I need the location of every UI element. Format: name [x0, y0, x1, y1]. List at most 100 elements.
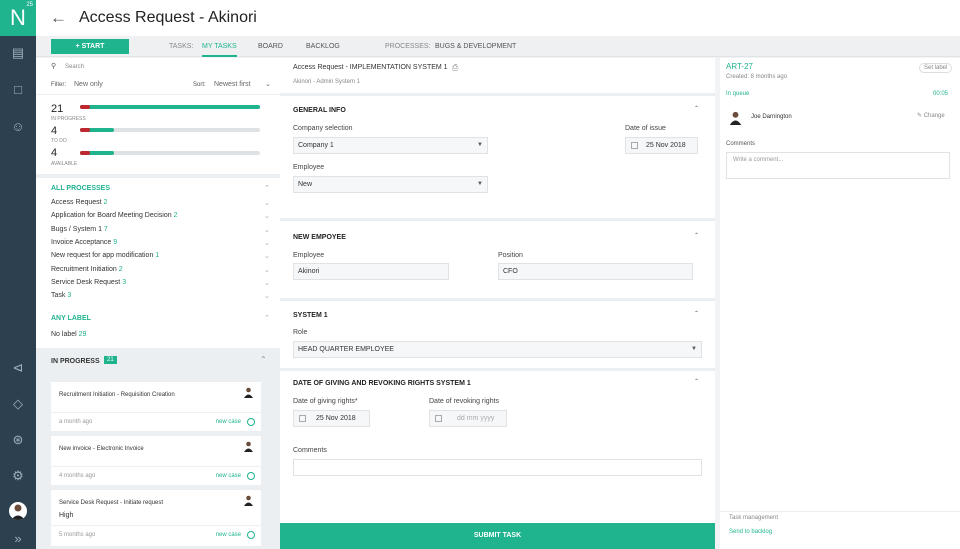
- task-card[interactable]: Service Desk Request - Initiate request …: [51, 490, 261, 546]
- submit-task-button[interactable]: SUBMIT TASK: [280, 523, 715, 549]
- avatar: [244, 441, 253, 452]
- revoking-date-field[interactable]: dd mm yyyy: [429, 410, 507, 427]
- process-item[interactable]: Service Desk Request 3: [51, 279, 126, 286]
- task-card[interactable]: Recruitment Initiation - Requisition Cre…: [51, 382, 261, 431]
- system-header[interactable]: SYSTEM 1: [293, 312, 328, 319]
- chevron-up-icon[interactable]: ⌃: [264, 314, 270, 322]
- no-label-item[interactable]: No label 29: [51, 331, 86, 338]
- new-employee-header[interactable]: NEW EMPOYEE: [293, 234, 346, 241]
- chevron-down-icon[interactable]: ⌄: [264, 266, 270, 274]
- tab-my-tasks[interactable]: MY TASKS: [202, 43, 237, 57]
- in-progress-label: IN PROGRESS: [51, 116, 86, 122]
- chevron-down-icon[interactable]: ⌄: [264, 199, 270, 207]
- task-form: Access Request - IMPLEMENTATION SYSTEM 1…: [280, 58, 715, 523]
- chevron-up-icon[interactable]: ⌃: [694, 378, 699, 385]
- available-count: 4: [51, 147, 58, 159]
- process-item[interactable]: Invoice Acceptance 9: [51, 239, 117, 246]
- chevron-down-icon[interactable]: ⌄: [265, 80, 271, 88]
- share-icon[interactable]: ⊲: [0, 358, 36, 378]
- tab-board[interactable]: BOARD: [258, 43, 283, 50]
- calendar-icon: [299, 415, 306, 422]
- print-icon[interactable]: ⎙: [452, 63, 458, 73]
- tab-backlog[interactable]: BACKLOG: [306, 43, 340, 50]
- process-item[interactable]: Bugs / System 1 7: [51, 226, 108, 233]
- change-assignee-button[interactable]: ✎ Change: [917, 112, 945, 119]
- comments-field[interactable]: [293, 459, 702, 476]
- employee-select[interactable]: New ▼: [293, 176, 488, 193]
- new-case-tag: new case: [215, 419, 241, 425]
- todo-count: 4: [51, 125, 58, 137]
- card-title: Service Desk Request - Initiate request: [59, 500, 164, 506]
- avatar: [729, 111, 742, 125]
- layers-icon[interactable]: ◇: [0, 394, 36, 414]
- task-id[interactable]: ART-27: [726, 62, 753, 71]
- new-case-tag: new case: [215, 473, 241, 479]
- notification-badge: 25: [26, 2, 33, 8]
- chevron-down-icon[interactable]: ⌄: [264, 279, 270, 287]
- team-icon[interactable]: ⊛: [0, 430, 36, 450]
- chevron-down-icon[interactable]: ⌄: [264, 292, 270, 300]
- gear-icon[interactable]: ⚙: [0, 466, 36, 486]
- chevron-up-icon[interactable]: ⌃: [264, 184, 270, 192]
- any-label-header[interactable]: ANY LABEL: [51, 315, 91, 322]
- folder-icon[interactable]: □: [0, 80, 36, 100]
- new-case-tag: new case: [215, 532, 241, 538]
- rights-dates-header[interactable]: DATE OF GIVING AND REVOKING RIGHTS SYSTE…: [293, 380, 471, 387]
- process-item[interactable]: Access Request 2: [51, 199, 107, 206]
- process-item[interactable]: Recruitment Initiation 2: [51, 266, 123, 273]
- user-icon[interactable]: ☺: [0, 117, 36, 137]
- company-select[interactable]: Company 1 ▼: [293, 137, 488, 154]
- general-info-header[interactable]: GENERAL INFO: [293, 107, 346, 114]
- card-time: 4 months ago: [59, 473, 96, 479]
- employee-label: Employee: [293, 164, 325, 171]
- expand-icon[interactable]: »: [0, 529, 36, 549]
- all-processes-header[interactable]: ALL PROCESSES: [51, 185, 110, 192]
- chevron-up-icon[interactable]: ⌃: [694, 105, 699, 112]
- filter-select[interactable]: New only: [74, 81, 103, 88]
- tab-bar: + START TASKS: MY TASKS BOARD BACKLOG PR…: [36, 36, 960, 57]
- chevron-up-icon[interactable]: ⌃: [260, 355, 267, 364]
- chevron-up-icon[interactable]: ⌃: [694, 232, 699, 239]
- in-progress-count: 21: [51, 103, 64, 115]
- process-item[interactable]: Task 3: [51, 292, 71, 299]
- position-label: Position: [498, 252, 523, 259]
- chevron-down-icon[interactable]: ⌄: [264, 212, 270, 220]
- task-card[interactable]: New invoice - Electronic Invoice 4 month…: [51, 436, 261, 485]
- chevron-down-icon[interactable]: ⌄: [264, 252, 270, 260]
- comments-label: Comments: [726, 141, 756, 147]
- giving-date-field[interactable]: 25 Nov 2018: [293, 410, 370, 427]
- chevron-down-icon[interactable]: ⌄: [264, 239, 270, 247]
- tasks-label: TASKS:: [169, 43, 194, 50]
- app-logo[interactable]: N 25: [0, 0, 36, 36]
- sort-select[interactable]: Newest first: [214, 81, 251, 88]
- todo-bar: [80, 128, 260, 132]
- created-time: Created: 8 months ago: [726, 74, 788, 80]
- tab-process[interactable]: BUGS & DEVELOPMENT: [435, 43, 516, 50]
- user-avatar[interactable]: [9, 502, 27, 520]
- chevron-up-icon[interactable]: ⌃: [694, 310, 699, 317]
- search-input[interactable]: Search: [65, 64, 84, 70]
- in-progress-header[interactable]: IN PROGRESS: [51, 358, 100, 365]
- process-item[interactable]: New request for app modification 1: [51, 252, 159, 259]
- role-select[interactable]: HEAD QUARTER EMPLOYEE ▼: [293, 341, 702, 358]
- employee-name-field[interactable]: Akinori: [293, 263, 449, 280]
- position-field[interactable]: CFO: [498, 263, 693, 280]
- date-issue-field[interactable]: 25 Nov 2018: [625, 137, 698, 154]
- send-to-backlog-link[interactable]: Send to backlog: [729, 529, 772, 535]
- process-item[interactable]: Application for Board Meeting Decision 2: [51, 212, 177, 219]
- timer: 00:05: [933, 91, 949, 97]
- in-progress-bar: [80, 105, 260, 109]
- chevron-down-icon[interactable]: ⌄: [264, 226, 270, 234]
- in-progress-section: IN PROGRESS 21 ⌃ Recruitment Initiation …: [36, 348, 280, 549]
- start-button[interactable]: + START: [51, 39, 129, 54]
- comment-input[interactable]: Write a comment...: [726, 152, 950, 179]
- back-arrow-icon[interactable]: ←: [50, 8, 67, 28]
- card-time: 5 months ago: [59, 532, 96, 538]
- play-icon[interactable]: [247, 472, 255, 480]
- chart-icon[interactable]: ▤: [0, 43, 36, 63]
- play-icon[interactable]: [247, 531, 255, 539]
- play-icon[interactable]: [247, 418, 255, 426]
- set-label-button[interactable]: Set label: [919, 63, 953, 73]
- date-issue-label: Date of issue: [625, 125, 666, 132]
- calendar-icon: [435, 415, 442, 422]
